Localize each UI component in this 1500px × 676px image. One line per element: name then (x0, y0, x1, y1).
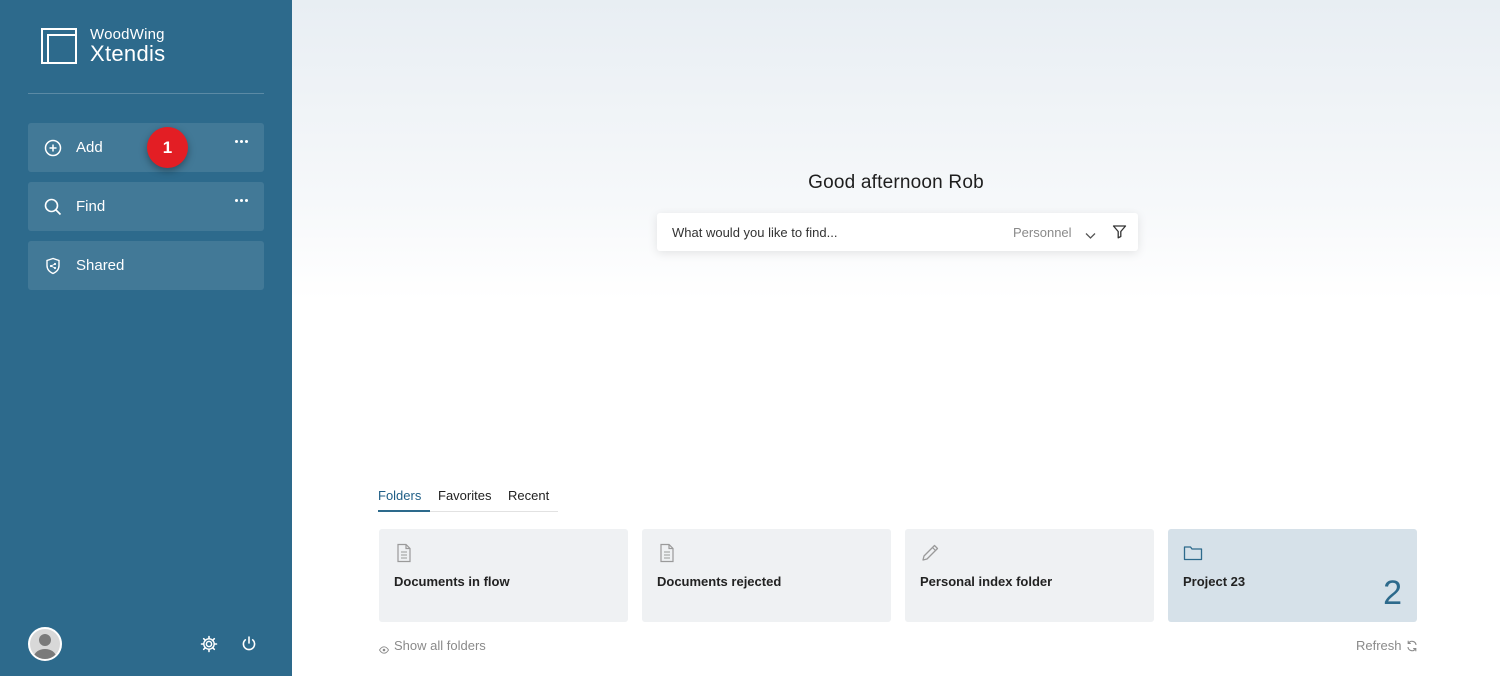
folder-tabs: Folders Favorites Recent (378, 487, 558, 512)
logo-text: WoodWing Xtendis (90, 27, 165, 65)
show-all-label: Show all folders (394, 638, 486, 653)
pencil-icon (920, 543, 940, 563)
folder-count: 2 (1383, 574, 1402, 612)
folder-card-personal-index-folder[interactable]: Personal index folder (905, 529, 1154, 622)
search-scope-select[interactable]: Personnel (1013, 225, 1072, 240)
more-options-icon[interactable] (235, 199, 248, 202)
folder-card-documents-in-flow[interactable]: Documents in flow (379, 529, 628, 622)
folder-title: Personal index folder (920, 574, 1053, 589)
logo-product: Xtendis (90, 41, 166, 66)
search-input[interactable] (672, 224, 992, 240)
sidebar-item-add[interactable]: Add (28, 123, 264, 172)
folder-card-project-23[interactable]: Project 23 2 (1168, 529, 1417, 622)
filter-icon[interactable] (1112, 224, 1127, 239)
document-icon (394, 543, 414, 563)
refresh-icon (1406, 640, 1418, 652)
tab-folders[interactable]: Folders (378, 488, 421, 503)
sidebar: WoodWing Xtendis Add Find Shared 1 (0, 0, 292, 676)
sidebar-item-find[interactable]: Find (28, 182, 264, 231)
user-avatar[interactable] (28, 627, 62, 661)
logo-brand: WoodWing (90, 26, 165, 43)
greeting-title: Good afternoon Rob (808, 172, 984, 193)
search-icon (44, 198, 62, 216)
eye-icon (378, 642, 390, 654)
main-content: Good afternoon Rob Personnel Folders Fav… (292, 0, 1500, 676)
active-tab-indicator (378, 510, 430, 512)
sidebar-item-shared[interactable]: Shared (28, 241, 264, 290)
plus-circle-icon (44, 139, 62, 157)
folder-icon (1183, 543, 1203, 563)
shield-share-icon (44, 257, 62, 275)
sidebar-item-label: Shared (76, 257, 125, 274)
gear-icon[interactable] (200, 635, 218, 653)
power-icon[interactable] (240, 635, 258, 653)
folder-title: Documents in flow (394, 574, 510, 589)
search-bar: Personnel (657, 213, 1138, 251)
sidebar-item-label: Find (76, 198, 106, 215)
logo-mark-icon (41, 28, 77, 64)
sidebar-item-label: Add (76, 139, 103, 156)
folder-title: Project 23 (1183, 574, 1246, 589)
sidebar-divider (28, 93, 264, 94)
annotation-badge: 1 (147, 127, 188, 168)
folder-title: Documents rejected (657, 574, 782, 589)
folder-card-documents-rejected[interactable]: Documents rejected (642, 529, 891, 622)
show-all-folders-link[interactable]: Show all folders (378, 638, 486, 654)
refresh-link[interactable]: Refresh (1356, 638, 1418, 653)
refresh-label: Refresh (1356, 638, 1402, 653)
chevron-down-icon[interactable] (1085, 227, 1096, 239)
document-icon (657, 543, 677, 563)
app-logo[interactable]: WoodWing Xtendis (41, 27, 165, 65)
tab-favorites[interactable]: Favorites (438, 488, 491, 503)
tab-recent[interactable]: Recent (508, 488, 549, 503)
more-options-icon[interactable] (235, 140, 248, 143)
